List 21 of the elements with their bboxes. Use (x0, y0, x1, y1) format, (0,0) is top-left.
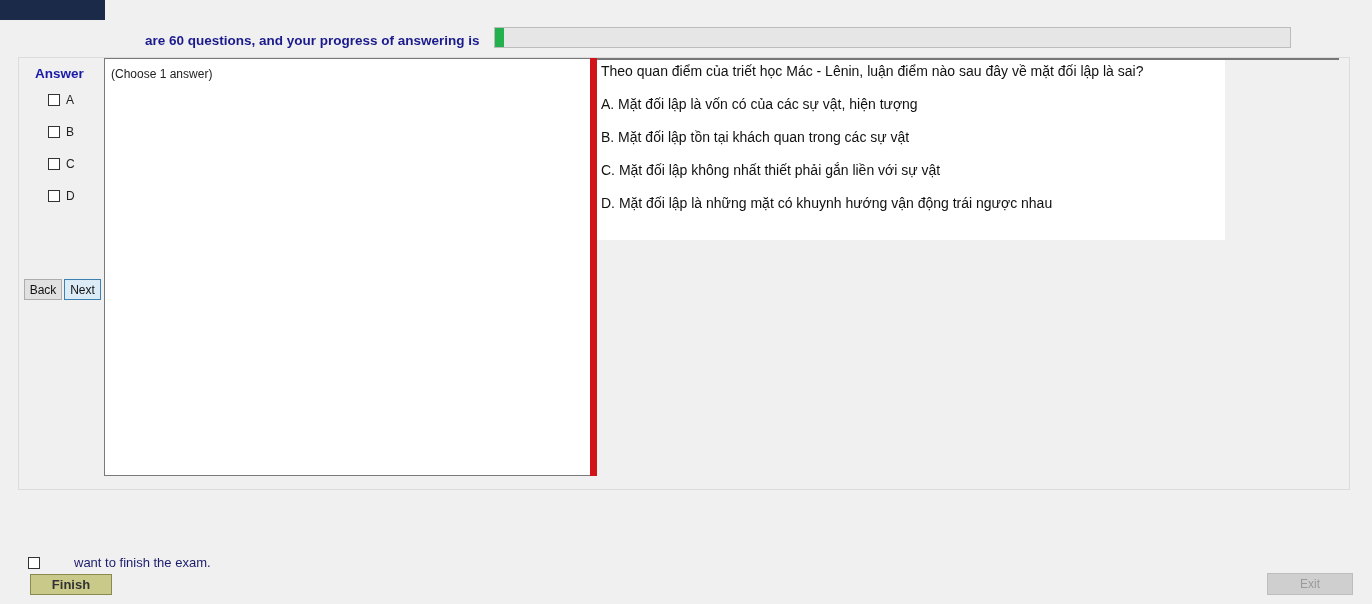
answer-title: Answer (35, 66, 85, 81)
answer-checkbox[interactable] (48, 126, 60, 138)
answer-hint: (Choose 1 answer) (111, 67, 213, 81)
option-label: A (66, 93, 74, 107)
finish-confirm-label: want to finish the exam. (74, 555, 211, 570)
choice-text: B. Mặt đối lập tồn tại khách quan trong các sự vật (601, 129, 911, 145)
answer-checkbox[interactable] (48, 190, 60, 202)
option-label: D (66, 189, 75, 203)
option-label: C (66, 157, 75, 171)
answer-checkbox[interactable] (48, 158, 60, 170)
nav-button[interactable]: Back (24, 279, 62, 300)
finish-checkbox[interactable] (28, 556, 40, 569)
choice-text: C. Mặt đối lập không nhất thiết phải gắn liền với sự vật (601, 162, 942, 178)
answer-checkbox[interactable] (48, 94, 60, 106)
choice-text: A. Mặt đối lập là vốn có của các sự vật, hiện tượng (601, 96, 919, 112)
question-text: Theo quan điểm của triết học Mác - Lênin, luận điểm nào sau đây về mặt đối lập là sai? (601, 63, 1145, 79)
progress-text: are 60 questions, and your progress of answering is (145, 32, 480, 48)
nav-button[interactable]: Next (64, 279, 101, 300)
option-label: B (66, 125, 74, 139)
finish-button[interactable]: Finish (30, 574, 112, 595)
choice-text: D. Mặt đối lập là những mặt có khuynh hướng vận động trái ngược nhau (601, 195, 1054, 211)
